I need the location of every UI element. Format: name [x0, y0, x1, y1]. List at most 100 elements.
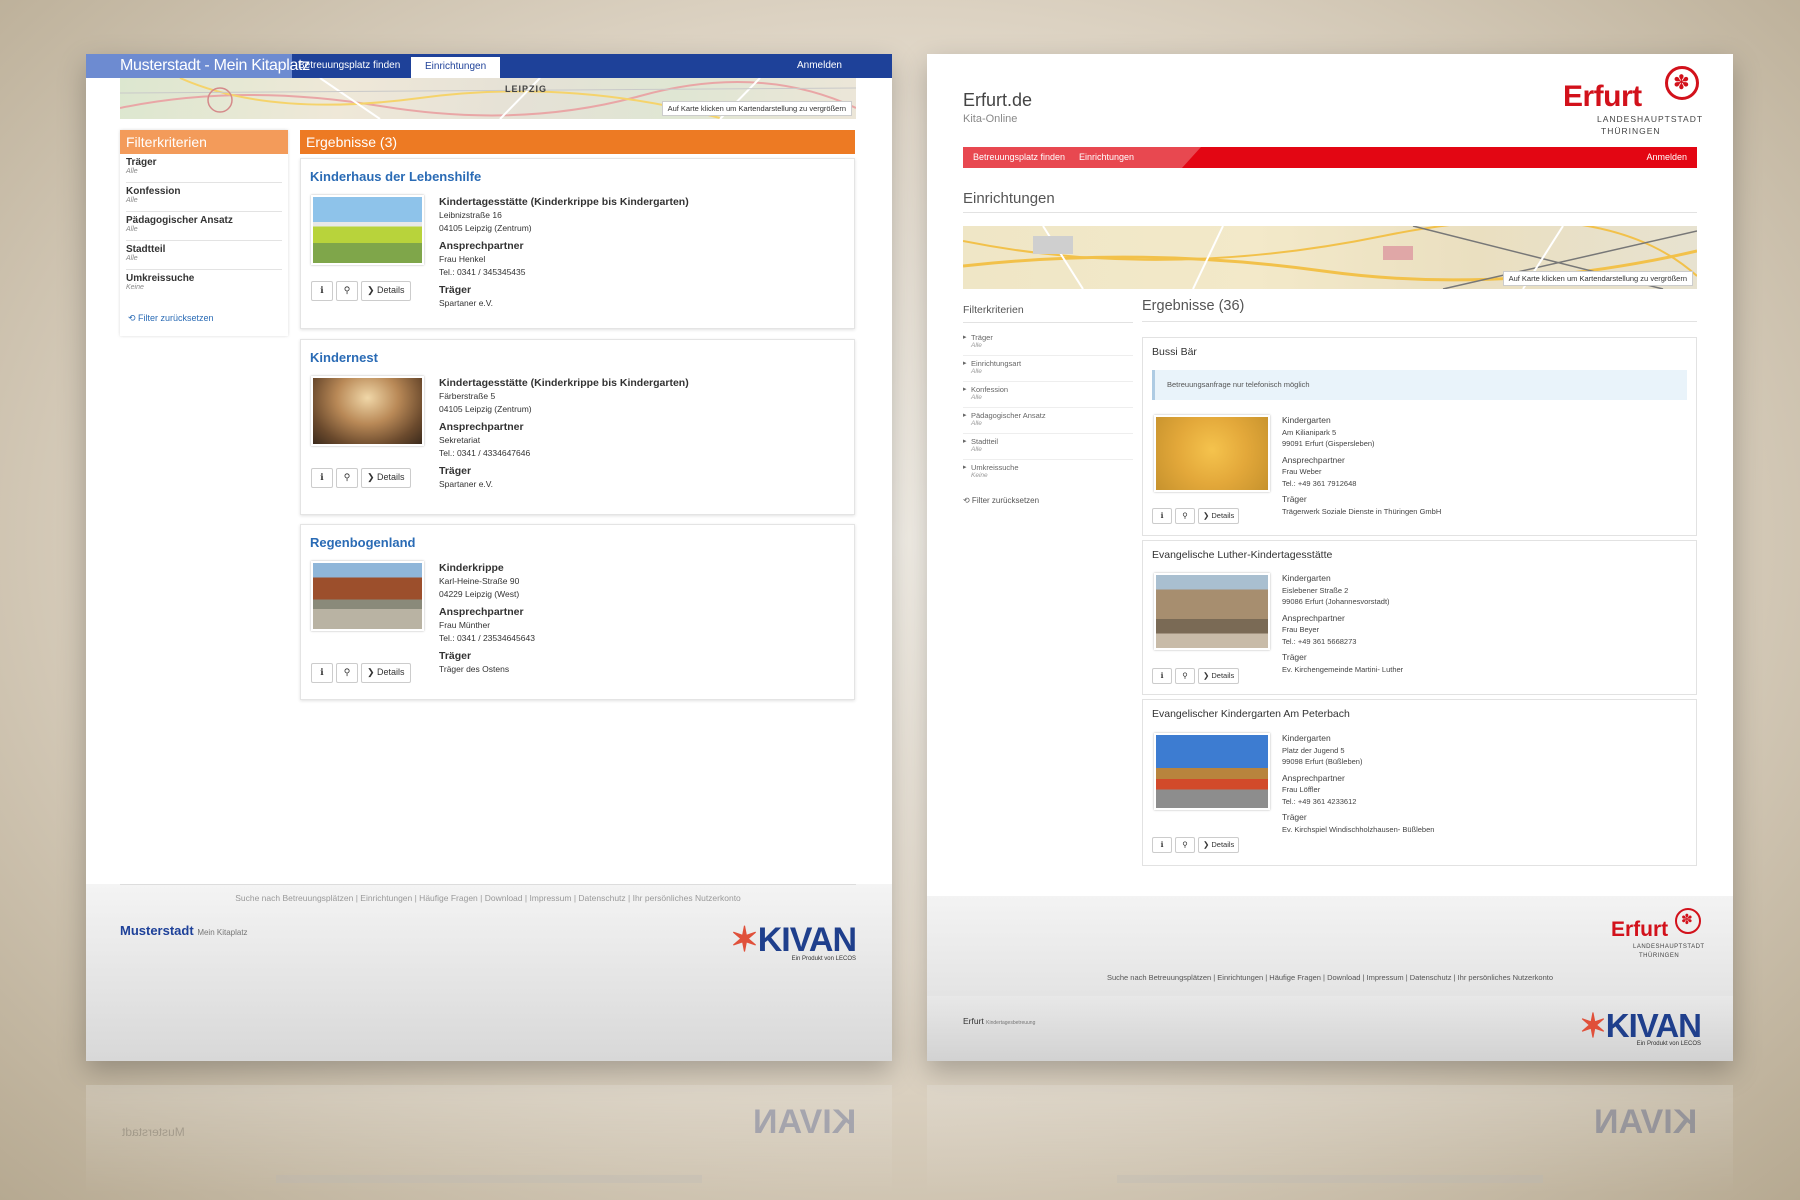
map-pin-icon[interactable]: ⚲ [1175, 508, 1195, 524]
info-notice: Betreuungsanfrage nur telefonisch möglic… [1152, 370, 1687, 400]
details-button[interactable]: ❯ Details [361, 281, 411, 301]
filter-value: Alle [971, 420, 982, 427]
facility-type: Kinderkrippe [439, 562, 504, 574]
nav-betreuungsplatz-finden[interactable]: Betreuungsplatz finden [973, 152, 1065, 162]
filter-item-traeger[interactable]: TrägerAlle [126, 154, 282, 183]
login-link[interactable]: Anmelden [797, 60, 842, 71]
facility-street: Eislebener Straße 2 [1282, 585, 1349, 595]
contact-name: Frau Münther [439, 620, 491, 630]
filter-label: Pädagogischer Ansatz [126, 215, 233, 226]
filter-item-traeger[interactable]: TrägerAlle [963, 330, 1133, 356]
filter-reset-link[interactable]: ⟲ Filter zurücksetzen [963, 496, 1039, 505]
facility-name-link[interactable]: Kindernest [310, 350, 378, 365]
card-actions: ℹ ⚲ ❯ Details [311, 468, 411, 488]
facility-name[interactable]: Evangelische Luther-Kindertagesstätte [1152, 549, 1332, 561]
erfurt-footer-logo[interactable]: Erfurt LANDESHAUPTSTADT THÜRINGEN [1611, 908, 1704, 964]
filter-item-stadtteil[interactable]: StadtteilAlle [963, 434, 1133, 460]
facility-street: Färberstraße 5 [439, 391, 496, 401]
facility-type: Kindergarten [1282, 573, 1331, 583]
map-pin-icon[interactable]: ⚲ [336, 663, 358, 683]
nav-einrichtungen[interactable]: Einrichtungen [411, 57, 501, 78]
login-link[interactable]: Anmelden [1646, 152, 1687, 162]
footer-brand: Musterstadt Mein Kitaplatz [120, 923, 248, 938]
details-button[interactable]: ❯ Details [361, 663, 411, 683]
contact-heading: Ansprechpartner [1282, 454, 1345, 465]
map-pin-icon[interactable]: ⚲ [336, 468, 358, 488]
filter-item-paedagogischer-ansatz[interactable]: Pädagogischer AnsatzAlle [126, 212, 282, 241]
map-pin-icon[interactable]: ⚲ [1175, 837, 1195, 853]
erfurt-logo[interactable]: Erfurt LANDESHAUPTSTADT THÜRINGEN [1561, 66, 1702, 136]
filter-value: Alle [126, 197, 138, 204]
contact-name: Frau Beyer [1282, 625, 1320, 634]
info-icon[interactable]: ℹ [1152, 837, 1172, 853]
filter-label: Träger [126, 157, 157, 168]
facility-photo [311, 195, 424, 265]
logo-line-2: THÜRINGEN [1601, 126, 1661, 136]
map-preview[interactable]: Auf Karte klicken um Kartendarstellung z… [963, 226, 1697, 289]
filter-item-paedagogischer-ansatz[interactable]: Pädagogischer AnsatzAlle [963, 408, 1133, 434]
facility-name[interactable]: Bussi Bär [1152, 346, 1197, 358]
map-pin-icon[interactable]: ⚲ [336, 281, 358, 301]
nav-betreuungsplatz-finden[interactable]: Betreuungsplatz finden [298, 60, 400, 71]
carrier-heading: Träger [1282, 652, 1307, 662]
filter-item-konfession[interactable]: KonfessionAlle [963, 382, 1133, 408]
facility-name[interactable]: Evangelischer Kindergarten Am Peterbach [1152, 708, 1350, 720]
filter-title: Filterkriterien [120, 130, 288, 154]
filter-item-konfession[interactable]: KonfessionAlle [126, 183, 282, 212]
filter-item-stadtteil[interactable]: StadtteilAlle [126, 241, 282, 270]
filter-item-umkreissuche[interactable]: UmkreissucheKeine [963, 460, 1133, 486]
map-enlarge-hint[interactable]: Auf Karte klicken um Kartendarstellung z… [1502, 271, 1693, 286]
info-icon[interactable]: ℹ [311, 281, 333, 301]
filter-title: Filterkriterien [963, 304, 1133, 323]
top-navbar: Betreuungsplatz finden Einrichtungen Anm… [963, 147, 1697, 168]
map-enlarge-hint[interactable]: Auf Karte klicken um Kartendarstellung z… [661, 101, 852, 116]
contact-phone: Tel.: +49 361 7912648 [1282, 478, 1357, 488]
filter-item-umkreissuche[interactable]: UmkreissucheKeine [126, 270, 282, 299]
card-actions: ℹ ⚲ ❯ Details [1152, 668, 1240, 684]
nav-einrichtungen[interactable]: Einrichtungen [1079, 152, 1134, 162]
filter-value: Alle [971, 394, 982, 401]
details-button[interactable]: ❯ Details [361, 468, 411, 488]
filter-item-einrichtungsart[interactable]: EinrichtungsartAlle [963, 356, 1133, 382]
footer-bar: Erfurt Kindertagesbetreuung ✶KIVAN Ein P… [927, 996, 1733, 1061]
filter-reset-link[interactable]: ⟲ Filter zurücksetzen [128, 313, 280, 324]
facility-photo [311, 376, 424, 446]
details-button[interactable]: ❯ Details [1198, 508, 1240, 524]
reflection-links [276, 1175, 702, 1183]
reflection-links [1117, 1175, 1543, 1183]
site-title[interactable]: Erfurt.de [963, 90, 1032, 111]
kivan-wordmark: KIVAN [1605, 1007, 1702, 1044]
footer-links[interactable]: Suche nach Betreuungsplätzen | Einrichtu… [120, 884, 856, 903]
filter-value: Alle [971, 446, 982, 453]
footer-brand-name: Musterstadt [120, 923, 194, 938]
facility-name-link[interactable]: Regenbogenland [310, 535, 415, 550]
result-card: Regenbogenland ℹ ⚲ ❯ Details Kinderkripp… [300, 524, 855, 700]
facility-name-link[interactable]: Kinderhaus der Lebenshilfe [310, 169, 481, 184]
footer-links[interactable]: Suche nach Betreuungsplätzen | Einrichtu… [927, 973, 1733, 982]
filter-value: Keine [126, 284, 144, 291]
info-icon[interactable]: ℹ [311, 468, 333, 488]
footer: Erfurt LANDESHAUPTSTADT THÜRINGEN Suche … [927, 896, 1733, 1061]
facility-type: Kindergarten [1282, 733, 1331, 743]
filter-label: Stadtteil [126, 244, 166, 255]
wheel-emblem-icon [1675, 908, 1701, 934]
results-title: Ergebnisse (3) [300, 130, 855, 154]
reflection-kivan-logo: KIVAN [1593, 1103, 1697, 1141]
erfurt-wordmark: Erfurt [1611, 918, 1669, 941]
details-button[interactable]: ❯ Details [1198, 668, 1240, 684]
info-icon[interactable]: ℹ [1152, 508, 1172, 524]
map-city-label: LEIPZIG [505, 84, 548, 94]
kivan-wordmark: KIVAN [757, 921, 857, 959]
facility-type: Kindergarten [1282, 415, 1331, 425]
facility-info: Kindergarten Am Kilianipark 5 99091 Erfu… [1282, 415, 1441, 517]
info-icon[interactable]: ℹ [1152, 668, 1172, 684]
info-icon[interactable]: ℹ [311, 663, 333, 683]
details-button[interactable]: ❯ Details [1198, 837, 1240, 853]
map-preview[interactable]: LEIPZIG Auf Karte klicken um Kartendarst… [120, 78, 856, 119]
map-pin-icon[interactable]: ⚲ [1175, 668, 1195, 684]
contact-phone: Tel.: 0341 / 345345435 [439, 266, 526, 277]
facility-photo [1154, 573, 1270, 650]
site-brand[interactable]: Musterstadt - Mein Kitaplatz [120, 57, 310, 75]
footer-brand-sub: Kindertagesbetreuung [986, 1020, 1036, 1026]
filter-label: Konfession [971, 385, 1133, 394]
